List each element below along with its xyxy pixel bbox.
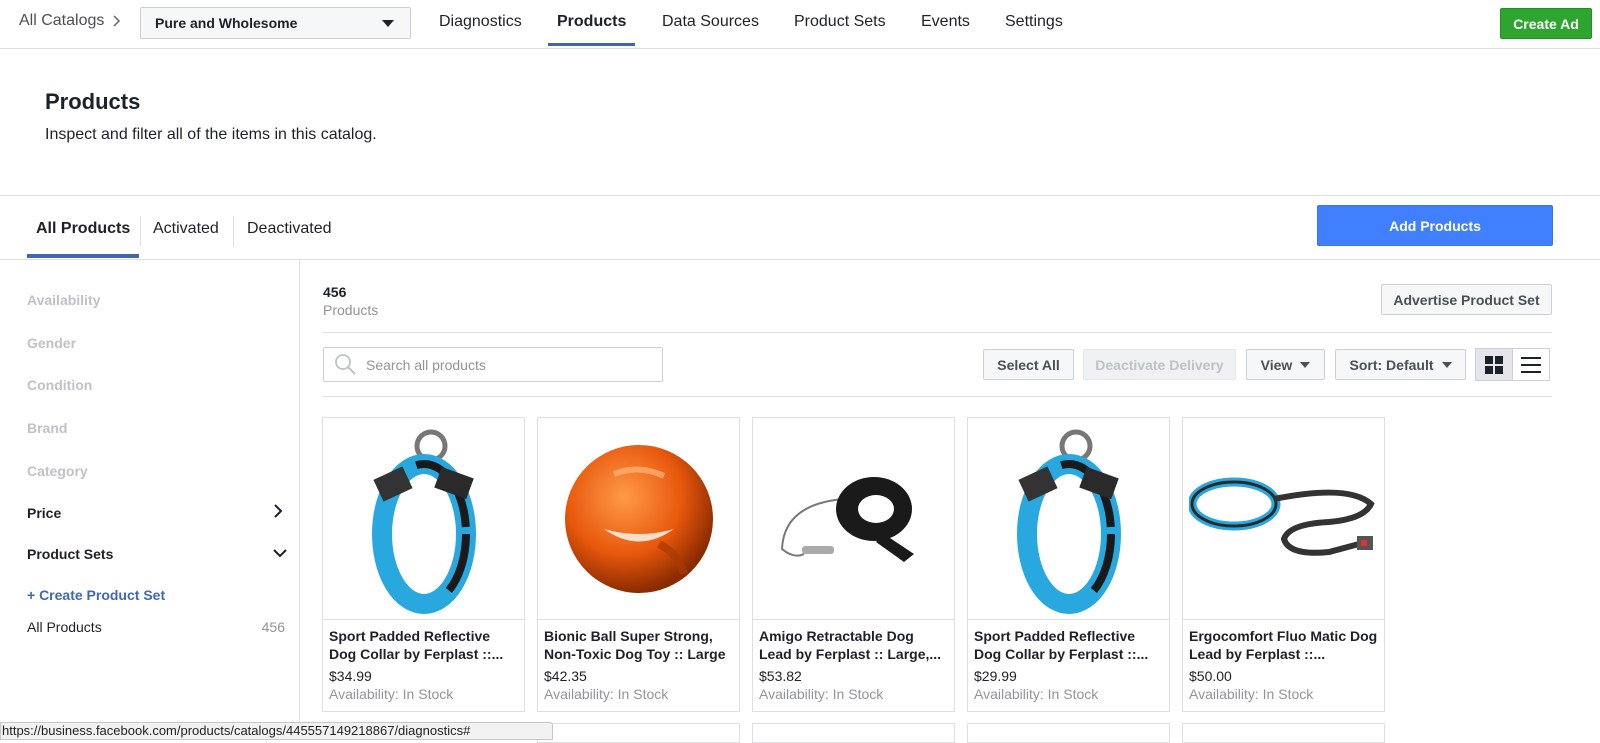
product-card[interactable]: Bionic Ball Super Strong, Non-Toxic Dog … (537, 417, 740, 712)
product-card[interactable] (967, 723, 1170, 743)
grid-icon (1485, 355, 1503, 374)
product-price: $34.99 (329, 668, 372, 684)
product-set-item[interactable]: All Products 456 (27, 619, 285, 635)
search-box[interactable] (323, 347, 663, 382)
divider (323, 332, 1552, 333)
list-icon (1520, 356, 1541, 373)
search-input[interactable] (366, 356, 646, 373)
lead-image (1188, 477, 1375, 556)
add-products-button[interactable]: Add Products (1317, 205, 1553, 246)
product-availability: Availability: In Stock (329, 686, 454, 702)
product-count: 456 (323, 284, 347, 300)
page-subtitle: Inspect and filter all of the items in t… (45, 126, 377, 143)
tab-diagnostics[interactable]: Diagnostics (439, 13, 522, 31)
select-all-button[interactable]: Select All (983, 349, 1074, 380)
product-name: Bionic Ball Super Strong, Non-Toxic Dog … (544, 628, 726, 662)
list-view-toggle[interactable] (1512, 348, 1550, 381)
chevron-down-icon[interactable] (273, 546, 287, 560)
deactivate-delivery-button: Deactivate Delivery (1083, 349, 1236, 380)
catalog-selector[interactable]: Pure and Wholesome (140, 7, 411, 39)
product-image (323, 418, 524, 620)
divider (140, 216, 141, 246)
filter-brand: Brand (27, 420, 68, 436)
browser-status-url: https://business.facebook.com/products/c… (0, 722, 553, 740)
filter-condition: Condition (27, 377, 93, 393)
product-count-label: Products (323, 302, 379, 318)
collar-image (371, 429, 476, 614)
product-name: Sport Padded Reflective Dog Collar by Fe… (329, 628, 504, 662)
sort-dropdown[interactable]: Sort: Default (1335, 349, 1466, 380)
product-card[interactable] (752, 723, 955, 743)
chevron-right-icon[interactable] (271, 504, 285, 518)
product-availability: Availability: In Stock (544, 686, 669, 702)
product-name: Ergocomfort Fluo Matic Dog Lead by Ferpl… (1189, 628, 1378, 662)
product-card[interactable]: Amigo Retractable Dog Lead by Ferplast :… (752, 417, 955, 712)
product-card[interactable]: Sport Padded Reflective Dog Collar by Fe… (322, 417, 525, 712)
create-ad-button[interactable]: Create Ad (1500, 8, 1592, 39)
product-card[interactable]: Ergocomfort Fluo Matic Dog Lead by Ferpl… (1182, 417, 1385, 712)
grid-view-toggle[interactable] (1475, 348, 1513, 381)
product-price: $29.99 (974, 668, 1017, 684)
view-dropdown[interactable]: View (1246, 349, 1325, 380)
product-availability: Availability: In Stock (759, 686, 884, 702)
product-availability: Availability: In Stock (974, 686, 1099, 702)
caret-down-icon (1441, 361, 1452, 368)
search-icon (335, 353, 356, 375)
sidebar-divider (299, 260, 300, 735)
product-set-count: 456 (261, 619, 285, 635)
product-availability: Availability: In Stock (1189, 686, 1314, 702)
divider (0, 259, 1600, 260)
breadcrumb-all-catalogs[interactable]: All Catalogs (19, 12, 122, 30)
sort-label: Sort: Default (1349, 356, 1434, 373)
filter-price[interactable]: Price (27, 505, 61, 521)
breadcrumb-label: All Catalogs (19, 12, 105, 29)
product-image (753, 418, 954, 620)
product-set-label: All Products (27, 619, 102, 635)
product-price: $53.82 (759, 668, 802, 684)
product-image (968, 418, 1169, 620)
top-navigation: All Catalogs Pure and Wholesome Diagnost… (0, 0, 1600, 49)
page-title: Products (45, 89, 141, 114)
tab-products[interactable]: Products (557, 13, 626, 31)
active-tab-indicator (548, 43, 635, 46)
tab-product-sets[interactable]: Product Sets (794, 13, 886, 31)
view-label: View (1260, 356, 1293, 373)
retractable-leash-image (780, 476, 914, 562)
caret-down-icon (1300, 361, 1311, 368)
subtab-deactivated[interactable]: Deactivated (247, 220, 332, 238)
product-card[interactable] (537, 723, 740, 743)
product-image (538, 418, 739, 620)
product-image (1183, 418, 1384, 620)
product-price: $50.00 (1189, 668, 1232, 684)
product-name: Sport Padded Reflective Dog Collar by Fe… (974, 628, 1149, 662)
ball-image (564, 444, 713, 593)
subtab-all-products[interactable]: All Products (36, 220, 130, 238)
divider (0, 195, 1600, 196)
tab-data-sources[interactable]: Data Sources (662, 13, 759, 31)
create-product-set-link[interactable]: + Create Product Set (27, 587, 165, 603)
tab-settings[interactable]: Settings (1005, 13, 1063, 31)
product-card[interactable] (1182, 723, 1385, 743)
catalog-name: Pure and Wholesome (155, 15, 298, 31)
caret-down-icon (382, 20, 394, 27)
product-name: Amigo Retractable Dog Lead by Ferplast :… (759, 628, 942, 662)
filter-category: Category (27, 463, 88, 479)
collar-image (1016, 429, 1121, 614)
active-subtab-indicator (27, 254, 139, 258)
chevron-right-icon (113, 15, 121, 27)
filter-product-sets[interactable]: Product Sets (27, 546, 113, 562)
filter-availability: Availability (27, 292, 101, 308)
divider (323, 396, 1552, 397)
product-price: $42.35 (544, 668, 587, 684)
advertise-product-set-button[interactable]: Advertise Product Set (1381, 284, 1552, 315)
subtab-activated[interactable]: Activated (153, 220, 219, 238)
divider (233, 216, 234, 246)
product-card[interactable]: Sport Padded Reflective Dog Collar by Fe… (967, 417, 1170, 712)
tab-events[interactable]: Events (921, 13, 970, 31)
filter-gender: Gender (27, 335, 77, 351)
